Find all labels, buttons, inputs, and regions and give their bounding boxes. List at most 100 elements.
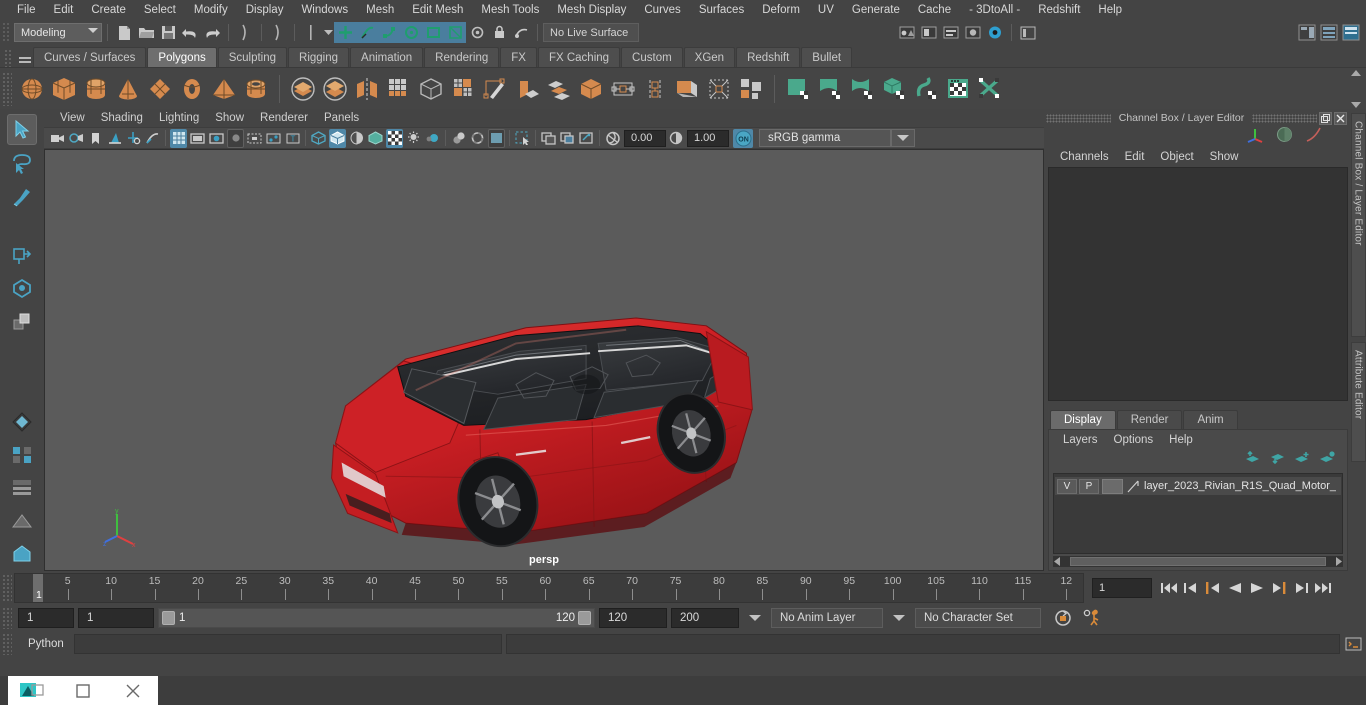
target-weld-icon[interactable] xyxy=(607,72,639,106)
open-scene-icon[interactable] xyxy=(135,22,157,43)
menu-surfaces[interactable]: Surfaces xyxy=(690,0,753,20)
lock-icon[interactable] xyxy=(488,22,510,43)
smooth-shade-all-icon[interactable] xyxy=(329,128,346,148)
separate-icon[interactable] xyxy=(319,72,351,106)
sidebar-toggle-icon[interactable] xyxy=(1296,22,1318,43)
poly-sphere-icon[interactable] xyxy=(16,72,48,106)
minimize-icon[interactable] xyxy=(58,676,108,705)
scale-tool[interactable] xyxy=(7,305,37,336)
field-chart-icon[interactable] xyxy=(246,129,263,148)
close-icon[interactable] xyxy=(108,676,158,705)
connect-icon[interactable] xyxy=(671,72,703,106)
poly-cone-icon[interactable] xyxy=(112,72,144,106)
xray-display-tool[interactable] xyxy=(7,538,37,569)
append-polygon-icon[interactable] xyxy=(639,72,671,106)
redo-icon[interactable] xyxy=(201,22,223,43)
uv-editor-icon[interactable] xyxy=(782,72,814,106)
select-by-hierarchy-icon[interactable] xyxy=(234,22,256,43)
shelf-icon-grip[interactable] xyxy=(2,71,12,106)
scroll-left-icon[interactable] xyxy=(1053,557,1061,566)
range-slider-grip[interactable] xyxy=(2,607,12,629)
range-start-handle[interactable] xyxy=(162,611,175,625)
range-start-field[interactable]: 1 xyxy=(78,608,154,628)
menu-generate[interactable]: Generate xyxy=(843,0,909,20)
snap-to-uv-icon[interactable] xyxy=(444,22,466,43)
script-editor-icon[interactable] xyxy=(1343,634,1363,654)
color-management-icon[interactable]: ON xyxy=(733,128,753,148)
isolate-select-icon[interactable] xyxy=(514,129,531,148)
screen-space-ao-icon[interactable] xyxy=(405,129,422,148)
play-backwards-icon[interactable] xyxy=(1224,577,1246,599)
lasso-select-tool[interactable] xyxy=(7,147,37,178)
select-tool[interactable] xyxy=(7,114,37,145)
live-surface-field[interactable]: No Live Surface xyxy=(543,23,639,42)
tab-render[interactable]: Render xyxy=(1116,410,1183,429)
scroll-up-icon[interactable] xyxy=(1351,70,1361,76)
render-current-frame-icon[interactable] xyxy=(896,22,918,43)
command-line-grip[interactable] xyxy=(2,633,12,655)
boolean-icon[interactable] xyxy=(415,72,447,106)
animation-preferences-icon[interactable] xyxy=(1079,609,1103,627)
construction-history-icon[interactable] xyxy=(510,22,532,43)
time-slider-grip[interactable] xyxy=(2,574,12,602)
move-layer-up-icon[interactable] xyxy=(1244,450,1260,469)
bridge-icon[interactable] xyxy=(575,72,607,106)
motion-blur-icon[interactable] xyxy=(424,129,441,148)
side-tab-channel-box[interactable]: Channel Box / Layer Editor xyxy=(1350,113,1366,337)
shelf-tab-fx[interactable]: FX xyxy=(500,47,537,67)
menu-select[interactable]: Select xyxy=(135,0,185,20)
le-menu-layers[interactable]: Layers xyxy=(1055,434,1106,446)
poly-pyramid-icon[interactable] xyxy=(208,72,240,106)
viewport-menu-renderer[interactable]: Renderer xyxy=(252,112,316,124)
shelf-menu-icon[interactable] xyxy=(17,49,33,67)
layer-color-swatch[interactable] xyxy=(1102,478,1123,494)
viewport-menu-show[interactable]: Show xyxy=(207,112,252,124)
reduce-icon[interactable] xyxy=(447,72,479,106)
move-tool[interactable] xyxy=(7,239,37,270)
title-grip-left[interactable] xyxy=(1046,113,1111,123)
shelf-tab-fx-caching[interactable]: FX Caching xyxy=(537,47,621,67)
menu-uv[interactable]: UV xyxy=(809,0,843,20)
undock-icon[interactable] xyxy=(1319,111,1332,125)
soft-select-tool[interactable] xyxy=(7,406,37,437)
attribute-editor-toggle-icon[interactable] xyxy=(1318,22,1340,43)
ipr-render-icon[interactable] xyxy=(918,22,940,43)
menu-deform[interactable]: Deform xyxy=(753,0,809,20)
uv-cylindrical-icon[interactable] xyxy=(846,72,878,106)
layer-playback-toggle[interactable]: P xyxy=(1079,478,1099,494)
step-forward-key-icon[interactable] xyxy=(1268,577,1290,599)
gamma-icon[interactable] xyxy=(667,129,684,148)
quad-draw-icon[interactable] xyxy=(735,72,767,106)
mirror-icon[interactable] xyxy=(351,72,383,106)
tab-display[interactable]: Display xyxy=(1050,410,1116,429)
command-input[interactable] xyxy=(74,634,502,654)
range-end-handle[interactable] xyxy=(578,611,591,625)
range-end-field[interactable]: 120 xyxy=(599,608,667,628)
rotate-tool[interactable] xyxy=(7,272,37,303)
move-layer-down-icon[interactable] xyxy=(1269,451,1285,469)
viewport-menu-view[interactable]: View xyxy=(52,112,93,124)
viewport-3d[interactable]: y x z persp xyxy=(44,149,1044,571)
xray-joints-icon[interactable] xyxy=(559,129,576,148)
playback-options-icon[interactable] xyxy=(749,615,761,621)
shelf-tab-sculpting[interactable]: Sculpting xyxy=(217,47,288,67)
last-tool-used[interactable] xyxy=(7,472,37,503)
animation-end-field[interactable]: 200 xyxy=(671,608,739,628)
shelf-tab-custom[interactable]: Custom xyxy=(621,47,683,67)
cb-menu-edit[interactable]: Edit xyxy=(1117,151,1153,163)
viewport-menu-panels[interactable]: Panels xyxy=(316,112,367,124)
current-frame-field[interactable]: 1 xyxy=(1092,578,1152,598)
show-hide-editors-icon[interactable] xyxy=(1017,22,1039,43)
menu-windows[interactable]: Windows xyxy=(292,0,357,20)
viewport-render-icon[interactable] xyxy=(488,128,505,148)
safe-action-icon[interactable] xyxy=(265,129,282,148)
keyframe-curve-icon[interactable] xyxy=(144,129,161,148)
layer-name[interactable]: layer_2023_Rivian_R1S_Quad_Motor_ xyxy=(1144,480,1336,492)
menu-mesh-tools[interactable]: Mesh Tools xyxy=(472,0,548,20)
layer-row[interactable]: V P layer_2023_Rivian_R1S_Quad_Motor_ xyxy=(1055,477,1341,495)
uv-planar-icon[interactable] xyxy=(814,72,846,106)
anim-layer-dropdown-icon[interactable] xyxy=(893,615,905,621)
select-by-object-icon[interactable] xyxy=(267,22,289,43)
show-manipulator-tool[interactable] xyxy=(7,439,37,470)
image-plane-icon[interactable] xyxy=(106,129,123,148)
